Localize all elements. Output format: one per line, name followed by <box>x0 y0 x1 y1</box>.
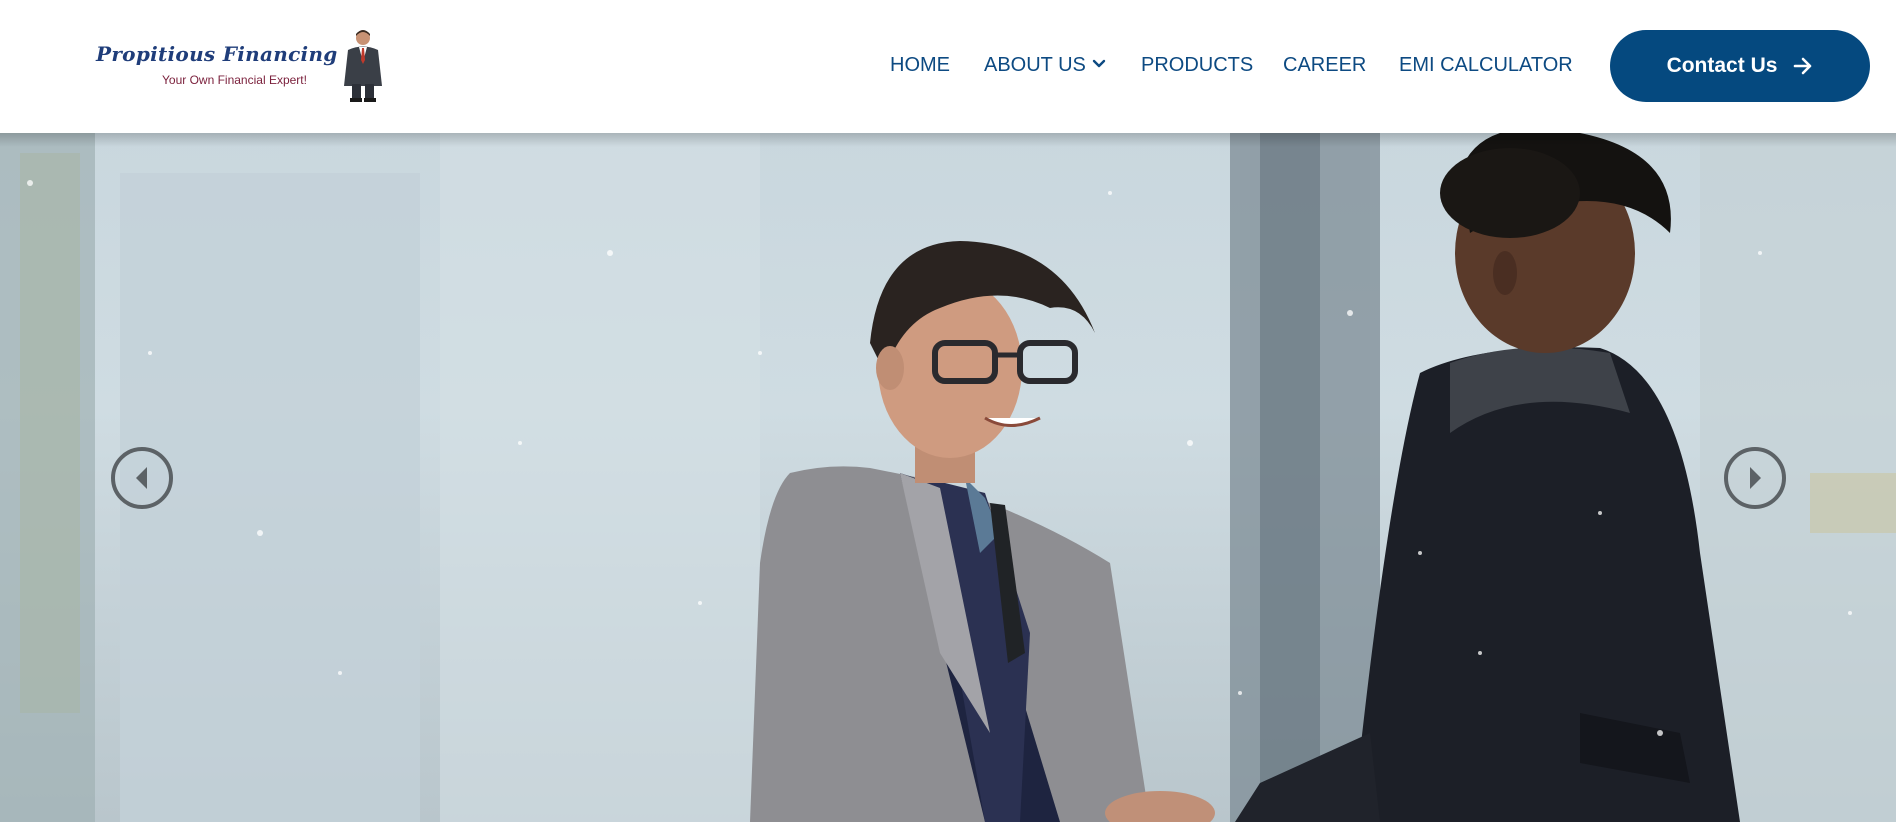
hero-top-shadow <box>0 133 1896 147</box>
chevron-left-icon <box>136 467 147 489</box>
nav-item-about-us-label: ABOUT US <box>984 54 1086 76</box>
nav-item-about-us[interactable]: ABOUT US <box>984 53 1106 77</box>
nav-item-products[interactable]: PRODUCTS <box>1141 53 1253 77</box>
site-header: Propitious Financing Your Own Financial … <box>0 0 1896 133</box>
slider-prev-button[interactable] <box>111 447 173 509</box>
nav-item-career[interactable]: CAREER <box>1283 53 1366 77</box>
hero-slider <box>0 133 1896 822</box>
contact-us-button[interactable]: Contact Us <box>1610 30 1870 102</box>
contact-us-label: Contact Us <box>1666 54 1778 77</box>
chevron-down-icon <box>1092 60 1106 68</box>
hero-image <box>0 133 1896 822</box>
arrow-right-icon <box>1794 57 1812 75</box>
nav-item-home[interactable]: HOME <box>890 53 950 77</box>
nav-item-emi-calculator[interactable]: EMI CALCULATOR <box>1399 53 1573 77</box>
chevron-right-icon <box>1750 467 1761 489</box>
slider-next-button[interactable] <box>1724 447 1786 509</box>
